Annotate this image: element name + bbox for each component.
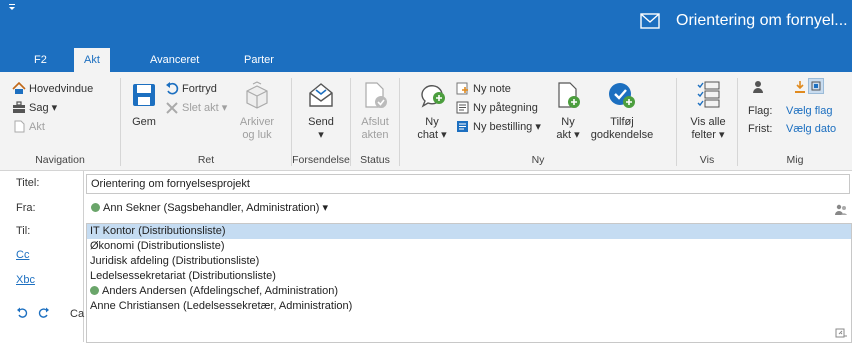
undo-icon bbox=[166, 82, 179, 95]
group-ret: Gem Fortryd Slet akt ▾ Arkiver og luk Re… bbox=[121, 72, 291, 170]
group-label-ret: Ret bbox=[197, 154, 215, 166]
group-navigation: Hovedvindue Sag ▾ Akt Navigation bbox=[0, 72, 120, 170]
chat-bubble-icon bbox=[421, 85, 445, 108]
calendar-toggle-icon[interactable] bbox=[808, 78, 824, 94]
chevron-down-icon[interactable]: ▾ bbox=[323, 202, 329, 214]
field-list-icon bbox=[697, 81, 720, 108]
frist-label: Frist: bbox=[748, 123, 773, 135]
suggestion-item[interactable]: IT Kontor (Distributionsliste) bbox=[87, 224, 851, 239]
titel-field[interactable]: Orientering om fornyelsesprojekt bbox=[86, 174, 850, 194]
redo-icon[interactable] bbox=[38, 307, 50, 322]
undo-icon[interactable] bbox=[16, 307, 28, 322]
ny-akt-button[interactable]: Ny akt ▾ bbox=[554, 78, 582, 142]
ny-paategning-button[interactable]: Ny påtegning bbox=[456, 99, 538, 117]
annotation-icon bbox=[456, 101, 469, 114]
tab-parter[interactable]: Parter bbox=[234, 48, 284, 72]
afslut-akten-button[interactable]: Afslut akten bbox=[355, 78, 395, 142]
group-label-forsendelse: Forsendelse bbox=[292, 154, 350, 166]
tab-akt[interactable]: Akt bbox=[74, 48, 110, 72]
fra-field[interactable]: Ann Sekner (Sagsbehandler, Administratio… bbox=[86, 198, 850, 218]
suggestion-item[interactable]: Ledelsessekretariat (Distributionsliste) bbox=[87, 269, 851, 284]
briefcase-icon bbox=[13, 101, 25, 113]
fra-label: Fra: bbox=[16, 202, 36, 214]
window-title: Orientering om fornyel... bbox=[676, 12, 848, 29]
document-form: Titel: Orientering om fornyelsesprojekt … bbox=[0, 171, 852, 343]
recipient-suggestion-list: IT Kontor (Distributionsliste) Økonomi (… bbox=[86, 223, 852, 343]
vaelg-dato-button[interactable]: Vælg dato bbox=[786, 120, 836, 138]
slet-akt-button[interactable]: Slet akt ▾ bbox=[165, 99, 227, 117]
sag-button[interactable]: Sag ▾ bbox=[12, 99, 57, 117]
group-label-navigation: Navigation bbox=[35, 154, 85, 166]
group-label-status: Status bbox=[360, 154, 390, 166]
hovedvindue-button[interactable]: Hovedvindue bbox=[12, 80, 93, 98]
document-check-icon bbox=[365, 82, 387, 108]
send-button[interactable]: Send ▾ bbox=[298, 78, 344, 142]
title-bar: Orientering om fornyel... bbox=[0, 0, 852, 48]
ribbon: Hovedvindue Sag ▾ Akt Navigation Gem For… bbox=[0, 72, 852, 171]
group-label-mig: Mig bbox=[786, 154, 804, 166]
group-status: Afslut akten Status bbox=[351, 72, 399, 170]
suggestion-item[interactable]: Anders Andersen (Afdelingschef, Administ… bbox=[87, 284, 851, 299]
suggestion-item[interactable]: Juridisk afdeling (Distributionsliste) bbox=[87, 254, 851, 269]
flag-download-icon bbox=[795, 81, 805, 93]
group-ny: Ny chat ▾ Ny note Ny påtegning Ny bestil… bbox=[400, 72, 676, 170]
gem-button[interactable]: Gem bbox=[127, 78, 161, 129]
group-label-vis: Vis bbox=[699, 154, 715, 166]
person-icon bbox=[753, 81, 763, 93]
home-icon bbox=[12, 81, 26, 94]
tab-f2[interactable]: F2 bbox=[24, 48, 57, 72]
calendar-icon bbox=[811, 81, 821, 91]
suggestion-item[interactable]: Økonomi (Distributionsliste) bbox=[87, 239, 851, 254]
group-mig: Flag: Vælg flag Frist: Vælg dato Mig bbox=[738, 72, 852, 170]
status-dot bbox=[90, 286, 99, 295]
ny-bestilling-button[interactable]: Ny bestilling ▾ bbox=[456, 118, 541, 136]
approval-check-icon bbox=[609, 83, 635, 108]
resize-grip-icon[interactable] bbox=[835, 328, 847, 338]
quick-access-dropdown-icon[interactable] bbox=[8, 3, 16, 13]
order-icon bbox=[457, 121, 468, 132]
group-vis: Vis alle felter ▾ Vis bbox=[677, 72, 737, 170]
people-icon[interactable] bbox=[834, 204, 848, 216]
document-icon bbox=[14, 120, 25, 133]
note-add-icon bbox=[456, 82, 468, 95]
ny-chat-button[interactable]: Ny chat ▾ bbox=[412, 78, 452, 142]
vaelg-flag-button[interactable]: Vælg flag bbox=[786, 102, 832, 120]
akt-button[interactable]: Akt bbox=[12, 118, 45, 136]
group-forsendelse: Send ▾ Forsendelse bbox=[292, 72, 350, 170]
cc-link[interactable]: Cc bbox=[16, 249, 29, 261]
suggestion-item[interactable]: Anne Christiansen (Ledelsessekretær, Adm… bbox=[87, 299, 851, 314]
envelope-send-icon bbox=[309, 83, 333, 107]
til-label: Til: bbox=[16, 225, 31, 237]
partial-text: Ca bbox=[70, 308, 85, 320]
arkiver-og-luk-button[interactable]: Arkiver og luk bbox=[235, 78, 279, 142]
delete-icon bbox=[166, 102, 178, 114]
ribbon-tabs: F2 Akt Avanceret Parter bbox=[0, 48, 852, 72]
flag-label: Flag: bbox=[748, 105, 773, 117]
group-label-ny: Ny bbox=[531, 154, 545, 166]
ny-note-button[interactable]: Ny note bbox=[456, 80, 511, 98]
mail-icon bbox=[640, 13, 660, 29]
xbc-link[interactable]: Xbc bbox=[16, 274, 35, 286]
status-dot bbox=[91, 203, 100, 212]
tab-avanceret[interactable]: Avanceret bbox=[140, 48, 209, 72]
new-document-icon bbox=[558, 82, 580, 108]
titel-label: Titel: bbox=[16, 177, 40, 189]
vis-alle-felter-button[interactable]: Vis alle felter ▾ bbox=[683, 78, 733, 142]
tilfoej-godkendelse-button[interactable]: Tilføj godkendelse bbox=[586, 78, 658, 142]
fortryd-button[interactable]: Fortryd bbox=[165, 80, 217, 98]
save-icon bbox=[133, 84, 155, 106]
archive-box-icon bbox=[246, 81, 268, 109]
